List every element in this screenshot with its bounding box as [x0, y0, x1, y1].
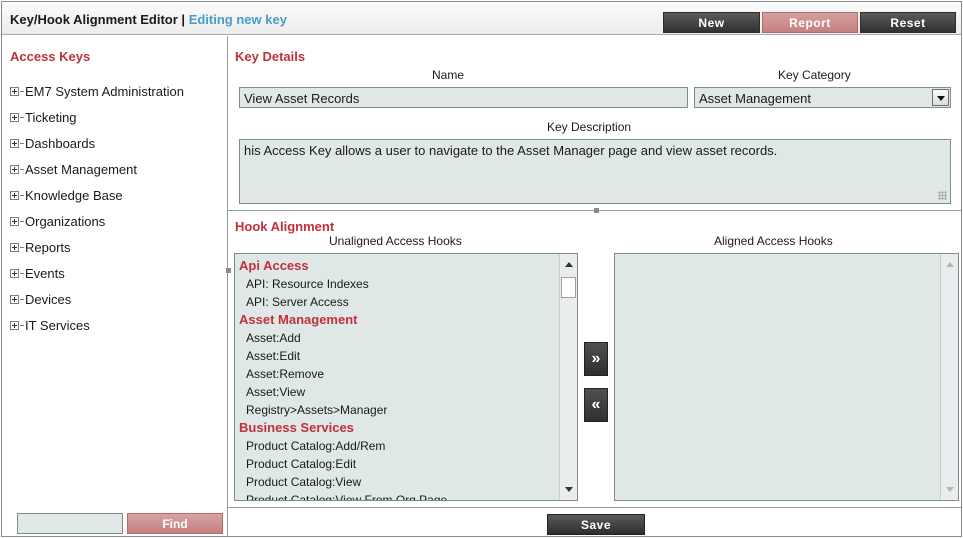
key-category-select[interactable]: Asset Management [694, 87, 951, 108]
expand-plus-icon[interactable] [10, 190, 19, 200]
unaligned-scrollbar[interactable] [559, 254, 577, 500]
move-right-button[interactable]: » [584, 342, 608, 376]
unaligned-hooks-items: Api Access API: Resource Indexes API: Serv… [235, 254, 577, 500]
name-field[interactable]: View Asset Records [239, 87, 688, 108]
editor-title: Key/Hook Alignment Editor [10, 12, 178, 27]
scroll-up-arrow-icon[interactable] [565, 262, 573, 267]
access-keys-tree: EM7 System Administration Ticketing Dash… [10, 78, 184, 338]
reset-button[interactable]: Reset [860, 12, 956, 33]
hook-alignment-heading: Hook Alignment [235, 219, 335, 234]
tree-connector-line [20, 246, 24, 248]
tree-item-organizations[interactable]: Organizations [10, 208, 184, 234]
expand-plus-icon[interactable] [10, 320, 19, 330]
tree-item-asset-management[interactable]: Asset Management [10, 156, 184, 182]
horizontal-splitter-handle[interactable] [594, 208, 599, 213]
find-button[interactable]: Find [127, 513, 223, 534]
unaligned-hooks-list[interactable]: Api Access API: Resource Indexes API: Serv… [234, 253, 578, 501]
access-keys-panel: Access Keys EM7 System Administration Ti… [2, 36, 228, 536]
hook-list-item[interactable]: Asset:Edit [235, 347, 577, 365]
aligned-scrollbar[interactable] [940, 254, 958, 500]
hook-list-item[interactable]: Registry>Assets>Manager [235, 401, 577, 419]
editor-window: Key/Hook Alignment Editor | Editing new … [1, 1, 962, 537]
key-description-field[interactable]: his Access Key allows a user to navigate… [239, 139, 951, 204]
tree-item-label: Asset Management [25, 161, 138, 177]
chevron-down-icon[interactable] [932, 89, 949, 106]
tree-item-label: EM7 System Administration [25, 83, 184, 99]
expand-plus-icon[interactable] [10, 138, 19, 148]
key-category-label: Key Category [778, 68, 851, 82]
expand-plus-icon[interactable] [10, 86, 19, 96]
hook-group-header: Asset Management [239, 312, 358, 327]
new-button[interactable]: New [663, 12, 760, 33]
tree-connector-line [20, 116, 24, 118]
save-button[interactable]: Save [547, 514, 645, 535]
tree-item-dashboards[interactable]: Dashboards [10, 130, 184, 156]
tree-item-events[interactable]: Events [10, 260, 184, 286]
scroll-up-arrow-icon[interactable] [946, 262, 954, 267]
vertical-splitter-handle[interactable] [226, 268, 231, 273]
hook-list-item[interactable]: Asset:Add [235, 329, 577, 347]
tree-connector-line [20, 194, 24, 196]
expand-plus-icon[interactable] [10, 216, 19, 226]
title-bar: Key/Hook Alignment Editor | Editing new … [2, 2, 961, 35]
tree-item-it-services[interactable]: IT Services [10, 312, 184, 338]
tree-item-label: IT Services [25, 317, 90, 333]
hook-list-item[interactable]: API: Resource Indexes [235, 275, 577, 293]
tree-connector-line [20, 168, 24, 170]
tree-item-reports[interactable]: Reports [10, 234, 184, 260]
scroll-down-arrow-icon[interactable] [565, 487, 573, 492]
window-title: Key/Hook Alignment Editor | Editing new … [10, 12, 287, 27]
tree-connector-line [20, 298, 24, 300]
name-label: Name [432, 68, 465, 82]
title-separator: | [177, 12, 189, 27]
tree-item-label: Dashboards [25, 135, 96, 151]
find-input[interactable] [17, 513, 123, 534]
tree-item-em7-system-administration[interactable]: EM7 System Administration [10, 78, 184, 104]
tree-item-devices[interactable]: Devices [10, 286, 184, 312]
hook-list-item[interactable]: API: Server Access [235, 293, 577, 311]
move-left-button[interactable]: « [584, 388, 608, 422]
aligned-hooks-label: Aligned Access Hooks [714, 234, 833, 248]
tree-item-knowledge-base[interactable]: Knowledge Base [10, 182, 184, 208]
tree-item-label: Devices [25, 291, 72, 307]
expand-plus-icon[interactable] [10, 112, 19, 122]
editor-subtitle: Editing new key [188, 12, 287, 27]
footer-divider [228, 507, 961, 508]
key-description-label: Key Description [547, 120, 632, 134]
hook-list-item[interactable]: Product Catalog:View [235, 473, 577, 491]
expand-plus-icon[interactable] [10, 294, 19, 304]
tree-connector-line [20, 272, 24, 274]
scroll-down-arrow-icon[interactable] [946, 487, 954, 492]
hook-group-header: Api Access [239, 258, 309, 273]
key-details-heading: Key Details [235, 49, 306, 64]
key-description-text: his Access Key allows a user to navigate… [244, 143, 778, 158]
key-category-value: Asset Management [699, 91, 812, 106]
tree-item-label: Ticketing [25, 109, 77, 125]
tree-item-label: Knowledge Base [25, 187, 123, 203]
tree-item-label: Reports [25, 239, 71, 255]
tree-connector-line [20, 142, 24, 144]
hook-group-header: Business Services [239, 420, 354, 435]
expand-plus-icon[interactable] [10, 242, 19, 252]
report-button[interactable]: Report [762, 12, 858, 33]
resize-grip-icon[interactable] [938, 191, 947, 200]
expand-plus-icon[interactable] [10, 268, 19, 278]
access-keys-heading: Access Keys [10, 49, 91, 64]
tree-connector-line [20, 324, 24, 326]
unaligned-hooks-label: Unaligned Access Hooks [329, 234, 462, 248]
tree-item-ticketing[interactable]: Ticketing [10, 104, 184, 130]
hook-list-item[interactable]: Asset:View [235, 383, 577, 401]
tree-connector-line [20, 220, 24, 222]
hook-list-item[interactable]: Product Catalog:Edit [235, 455, 577, 473]
hook-list-item[interactable]: Product Catalog:Add/Rem [235, 437, 577, 455]
scrollbar-thumb[interactable] [561, 277, 576, 298]
aligned-hooks-list[interactable] [614, 253, 959, 501]
hook-list-item[interactable]: Asset:Remove [235, 365, 577, 383]
tree-item-label: Organizations [25, 213, 106, 229]
hook-list-item[interactable]: Product Catalog:View From Org Page [235, 491, 577, 500]
expand-plus-icon[interactable] [10, 164, 19, 174]
tree-item-label: Events [25, 265, 65, 281]
tree-connector-line [20, 90, 24, 92]
